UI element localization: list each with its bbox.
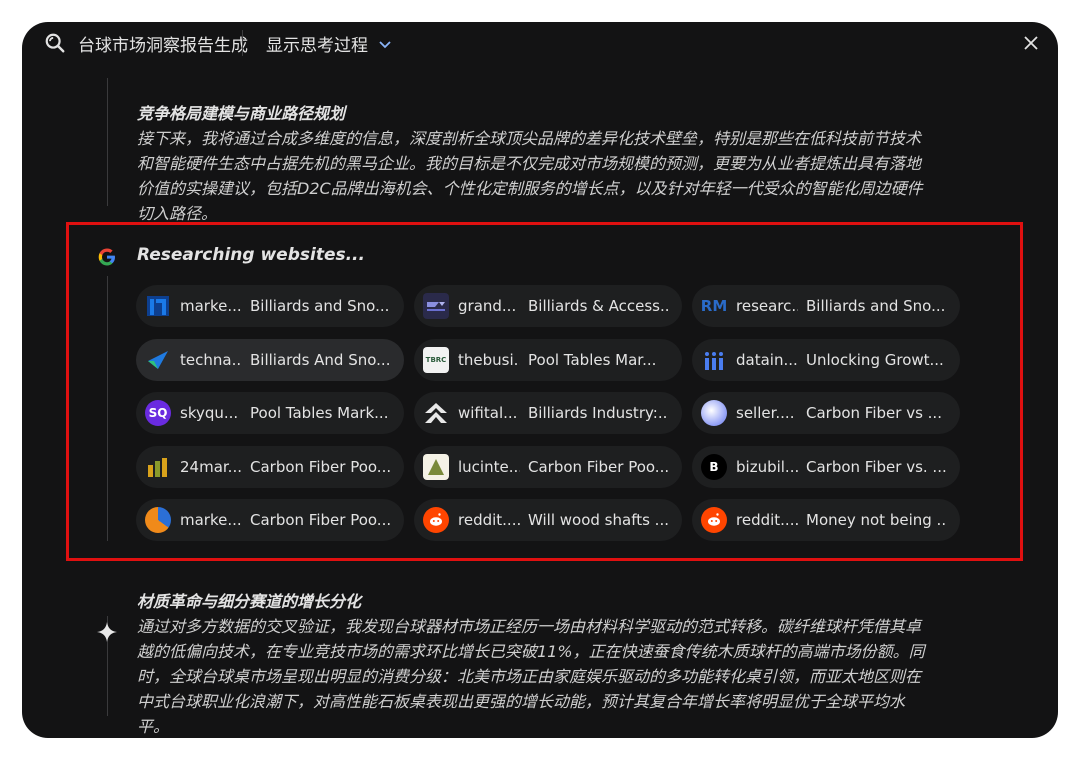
bar-logo-icon: [145, 293, 171, 319]
source-title: Carbon Fiber vs ...: [806, 404, 942, 422]
source-site: grand...: [458, 297, 517, 315]
research-app-icon: [45, 33, 65, 53]
title-bar: 台球市场洞察报告生成 显示思考过程: [22, 22, 1058, 78]
source-chip[interactable]: techna... Billiards And Sno...: [136, 338, 404, 381]
title-divider: [242, 30, 243, 56]
source-chip[interactable]: wifital... Billiards Industry:...: [414, 392, 682, 434]
google-g-icon: [98, 248, 115, 266]
source-title: Carbon Fiber Poo...: [528, 457, 668, 476]
source-chip[interactable]: reddit.... Money not being ...: [692, 499, 960, 541]
source-title: Carbon Fiber Poo...: [250, 457, 390, 476]
pie-logo-icon: [145, 507, 171, 533]
source-title: Billiards And Sno...: [250, 350, 390, 369]
section-body-materials: 通过对多方数据的交叉验证，我发现台球器材市场正经历一场由材料科学驱动的范式转移。…: [137, 614, 977, 738]
source-chip[interactable]: reddit.... Will wood shafts ...: [414, 499, 682, 541]
source-site: datain...: [736, 350, 798, 369]
source-site: bizubil...: [736, 457, 798, 476]
source-site: seller....: [736, 404, 795, 422]
show-thinking-label: 显示思考过程: [266, 36, 368, 56]
reddit-icon: [423, 507, 449, 533]
source-site: 24mar...: [180, 457, 242, 476]
rm-logo-icon: RM: [700, 297, 728, 315]
body-line: 接下来，我将通过合成多维度的信息，深度剖析全球顶尖品牌的差异化技术壁垒，特别是那…: [137, 129, 922, 148]
section-body-competition: 接下来，我将通过合成多维度的信息，深度剖析全球顶尖品牌的差异化技术壁垒，特别是那…: [137, 126, 977, 226]
source-chip[interactable]: grand... Billiards & Access...: [414, 285, 682, 327]
thinking-content: 竞争格局建模与商业路径规划 接下来，我将通过合成多维度的信息，深度剖析全球顶尖品…: [22, 78, 1058, 738]
close-icon[interactable]: [1020, 32, 1042, 54]
source-chip[interactable]: seller.... Carbon Fiber vs ...: [692, 392, 960, 434]
body-line: 时，全球台球桌市场呈现出明显的消费分级：北美市场正由家庭娱乐驱动的多功能转化桌引…: [137, 667, 922, 686]
body-line: 通过对多方数据的交叉验证，我发现台球器材市场正经历一场由材料科学驱动的范式转移。…: [137, 617, 922, 636]
globe-icon: [701, 400, 727, 426]
source-title: Billiards and Sno...: [250, 297, 390, 315]
source-site: marke...: [180, 297, 242, 315]
app-title: 台球市场洞察报告生成: [78, 36, 248, 56]
body-line: 越的低偏向技术，在专业竞技市场的需求环比增长已突破11%，正在快速蚕食传统木质球…: [137, 642, 925, 661]
source-chip[interactable]: marke... Carbon Fiber Poo...: [136, 499, 404, 541]
source-title: Money not being ...: [806, 511, 946, 529]
source-title: Unlocking Growt...: [806, 350, 944, 369]
chevron-down-icon: [379, 40, 391, 48]
sq-logo-icon: SQ: [145, 400, 171, 426]
source-title: Billiards & Access...: [528, 297, 668, 315]
source-title: Pool Tables Mar...: [528, 350, 657, 369]
wifital-logo-icon: [423, 400, 449, 426]
source-site: researc...: [736, 297, 798, 315]
tbrc-logo-icon: TBRC: [423, 346, 449, 373]
body-line: 和智能硬件生态中占据先机的黑马企业。我的目标是不仅完成对市场规模的预测，更要为从…: [137, 154, 922, 173]
techna-logo-icon: [145, 347, 171, 373]
source-site: techna...: [180, 350, 242, 369]
section-title-competition: 竞争格局建模与商业路径规划: [137, 104, 346, 123]
researching-status: Researching websites...: [137, 245, 365, 265]
source-title: Will wood shafts ...: [528, 511, 668, 529]
source-site: reddit....: [458, 511, 520, 529]
source-title: Billiards and Sno...: [806, 297, 946, 315]
source-chip[interactable]: datain... Unlocking Growt...: [692, 338, 960, 381]
source-site: lucinte...: [458, 457, 520, 476]
body-line: 平。: [137, 717, 170, 736]
source-chip[interactable]: lucinte... Carbon Fiber Poo...: [414, 445, 682, 488]
source-site: reddit....: [736, 511, 798, 529]
lucintel-logo-icon: [423, 453, 449, 480]
body-line: 切入路径。: [137, 204, 218, 223]
sparkle-icon: [97, 622, 117, 642]
dialog-window: 台球市场洞察报告生成 显示思考过程 竞争格局建模与商业路径规划 接下来，我将通过…: [22, 22, 1058, 738]
source-site: thebusi...: [458, 350, 520, 369]
source-chip[interactable]: marke... Billiards and Sno...: [136, 285, 404, 327]
source-title: Billiards Industry:...: [528, 404, 668, 422]
show-thinking-toggle[interactable]: 显示思考过程: [266, 31, 392, 56]
grand-logo-icon: [423, 293, 449, 319]
b-logo-icon: B: [701, 453, 727, 480]
body-line: 中式台球职业化浪潮下，对高性能石板桌表现出更强的增长动能，预计其复合年增长率将明…: [137, 692, 906, 711]
body-line: 价值的实操建议，包括D2C品牌出海机会、个性化定制服务的增长点，以及针对年轻一代…: [137, 179, 923, 198]
source-site: wifital...: [458, 404, 518, 422]
section-title-materials: 材质革命与细分赛道的增长分化: [137, 592, 362, 611]
source-site: marke...: [180, 511, 242, 529]
source-chip[interactable]: SQ skyqu... Pool Tables Mark...: [136, 392, 404, 434]
source-chip[interactable]: RM researc... Billiards and Sno...: [692, 285, 960, 327]
reddit-icon: [701, 507, 727, 533]
timeline-line: [107, 78, 108, 206]
source-title: Carbon Fiber vs. ...: [806, 457, 946, 476]
source-chip[interactable]: TBRC thebusi... Pool Tables Mar...: [414, 338, 682, 381]
source-site: skyqu...: [180, 404, 239, 422]
24mar-logo-icon: [145, 454, 171, 480]
source-title: Pool Tables Mark...: [250, 404, 389, 422]
source-title: Carbon Fiber Poo...: [250, 511, 390, 529]
datain-logo-icon: [701, 347, 727, 373]
timeline-line: [107, 276, 108, 541]
source-chip[interactable]: 24mar... Carbon Fiber Poo...: [136, 445, 404, 488]
source-chip[interactable]: Bbizubil... Carbon Fiber vs. ...: [692, 445, 960, 488]
